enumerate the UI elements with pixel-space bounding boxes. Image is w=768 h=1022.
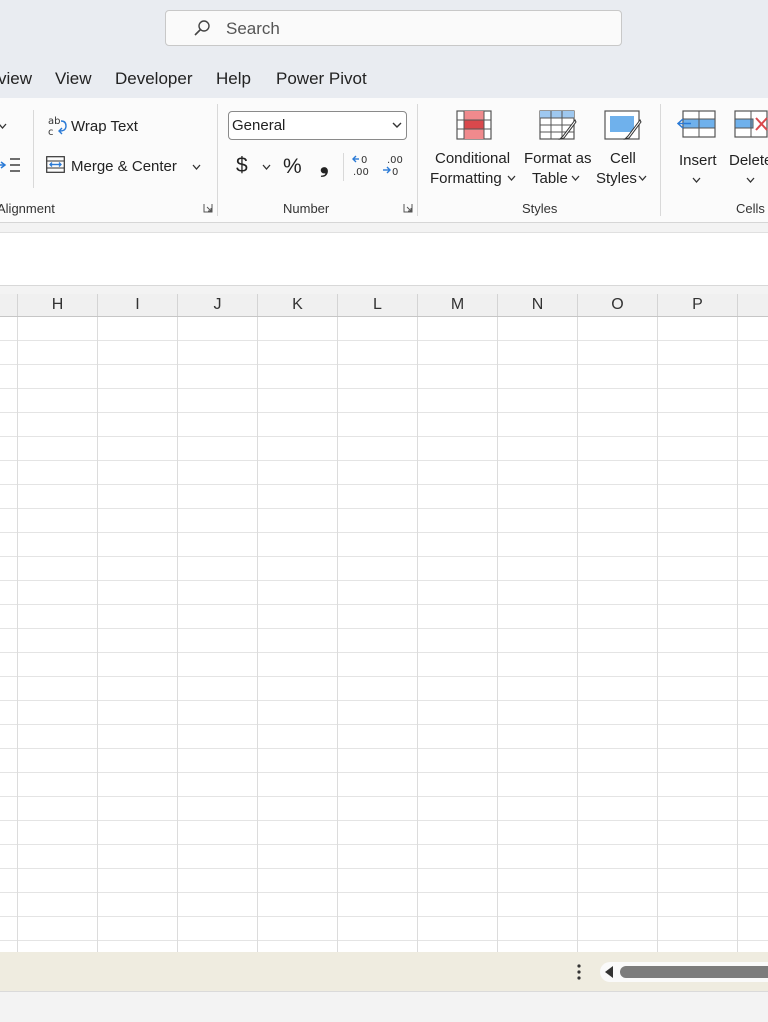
tab-view[interactable]: View bbox=[55, 69, 92, 89]
format-table-chevron-icon[interactable] bbox=[571, 175, 580, 181]
column-header-i[interactable]: I bbox=[98, 294, 178, 316]
svg-text:c: c bbox=[48, 127, 54, 137]
column-header-n[interactable]: N bbox=[498, 294, 578, 316]
svg-text:.00: .00 bbox=[387, 155, 403, 166]
sheet-tab-bar bbox=[0, 952, 768, 991]
chevron-down-icon bbox=[392, 122, 402, 128]
column-header-p[interactable]: P bbox=[658, 294, 738, 316]
increase-indent-icon[interactable] bbox=[0, 157, 20, 173]
separator bbox=[217, 104, 218, 216]
conditional-chevron-icon[interactable] bbox=[507, 175, 516, 181]
ribbon-tabs: view View Developer Help Power Pivot bbox=[0, 60, 768, 98]
percent-button[interactable]: % bbox=[283, 155, 302, 179]
search-box[interactable]: Search bbox=[165, 10, 622, 46]
comma-style-button[interactable]: ❟ bbox=[320, 152, 329, 178]
insert-cells-icon bbox=[677, 110, 716, 138]
cell-styles-icon bbox=[604, 110, 642, 140]
number-group-label: Number bbox=[283, 201, 330, 216]
format-as-table-icon bbox=[539, 110, 577, 140]
merge-chevron-icon[interactable] bbox=[192, 164, 201, 170]
search-placeholder: Search bbox=[226, 19, 280, 38]
column-header-j[interactable]: J bbox=[178, 294, 258, 316]
title-bar: Search bbox=[0, 0, 768, 60]
merge-center-icon bbox=[46, 156, 65, 173]
tab-review[interactable]: view bbox=[0, 69, 32, 89]
column-header-k[interactable]: K bbox=[258, 294, 338, 316]
column-header-o[interactable]: O bbox=[578, 294, 658, 316]
delete-chevron-icon[interactable] bbox=[746, 177, 755, 183]
format-as-table-line2[interactable]: Table bbox=[532, 170, 568, 187]
formula-bar[interactable] bbox=[0, 232, 768, 286]
svg-text:.00: .00 bbox=[353, 167, 369, 177]
orientation-chevron-icon[interactable] bbox=[0, 123, 7, 129]
separator bbox=[660, 104, 661, 216]
cells-group-label: Cells bbox=[736, 201, 765, 216]
scrollbar-thumb[interactable] bbox=[620, 966, 768, 978]
wrap-text-icon: ab c bbox=[48, 116, 67, 137]
conditional-formatting-line2[interactable]: Formatting bbox=[430, 170, 502, 187]
insert-button[interactable]: Insert bbox=[679, 152, 717, 169]
currency-chevron-icon[interactable] bbox=[262, 164, 271, 170]
conditional-formatting-icon bbox=[456, 110, 492, 140]
status-bar bbox=[0, 991, 768, 1022]
column-header-partial[interactable] bbox=[0, 294, 18, 316]
format-as-table-line1[interactable]: Format as bbox=[524, 150, 592, 167]
column-header-l[interactable]: L bbox=[338, 294, 418, 316]
svg-text:0: 0 bbox=[361, 155, 367, 166]
tab-developer[interactable]: Developer bbox=[115, 69, 193, 89]
tab-power-pivot[interactable]: Power Pivot bbox=[276, 69, 367, 89]
cell-grid[interactable] bbox=[0, 317, 768, 952]
column-header-h[interactable]: H bbox=[18, 294, 98, 316]
insert-chevron-icon[interactable] bbox=[692, 177, 701, 183]
separator bbox=[33, 110, 34, 188]
svg-text:0: 0 bbox=[392, 167, 398, 177]
wrap-text-button[interactable]: Wrap Text bbox=[71, 118, 138, 135]
cell-styles-line2[interactable]: Styles bbox=[596, 170, 637, 187]
column-header-partial-right[interactable] bbox=[738, 294, 768, 316]
ribbon: ab c Wrap Text Merge & Center Alignment … bbox=[0, 98, 768, 223]
styles-group-label: Styles bbox=[522, 201, 558, 216]
number-launcher-icon[interactable] bbox=[403, 203, 413, 213]
separator bbox=[343, 153, 344, 181]
cell-styles-chevron-icon[interactable] bbox=[638, 175, 647, 181]
increase-decimal-icon[interactable]: 0 .00 bbox=[351, 153, 373, 177]
delete-button[interactable]: Delete bbox=[729, 152, 768, 169]
search-icon bbox=[194, 20, 210, 36]
alignment-group-label: Alignment bbox=[0, 201, 55, 216]
column-header-row: H I J K L M N O P bbox=[0, 294, 768, 317]
column-header-m[interactable]: M bbox=[418, 294, 498, 316]
decrease-decimal-icon[interactable]: .00 0 bbox=[381, 153, 403, 177]
svg-text:ab: ab bbox=[48, 116, 60, 127]
currency-button[interactable]: $ bbox=[236, 154, 248, 178]
more-options-icon[interactable] bbox=[574, 962, 584, 982]
conditional-formatting-line1[interactable]: Conditional bbox=[435, 150, 510, 167]
cell-styles-line1[interactable]: Cell bbox=[610, 150, 636, 167]
scroll-left-arrow-icon[interactable] bbox=[604, 965, 614, 979]
merge-center-button[interactable]: Merge & Center bbox=[71, 158, 177, 175]
separator bbox=[417, 104, 418, 216]
number-format-dropdown[interactable]: General bbox=[228, 111, 407, 140]
delete-cells-icon bbox=[734, 110, 768, 138]
tab-help[interactable]: Help bbox=[216, 69, 251, 89]
number-format-value: General bbox=[232, 117, 286, 134]
alignment-launcher-icon[interactable] bbox=[203, 203, 213, 213]
